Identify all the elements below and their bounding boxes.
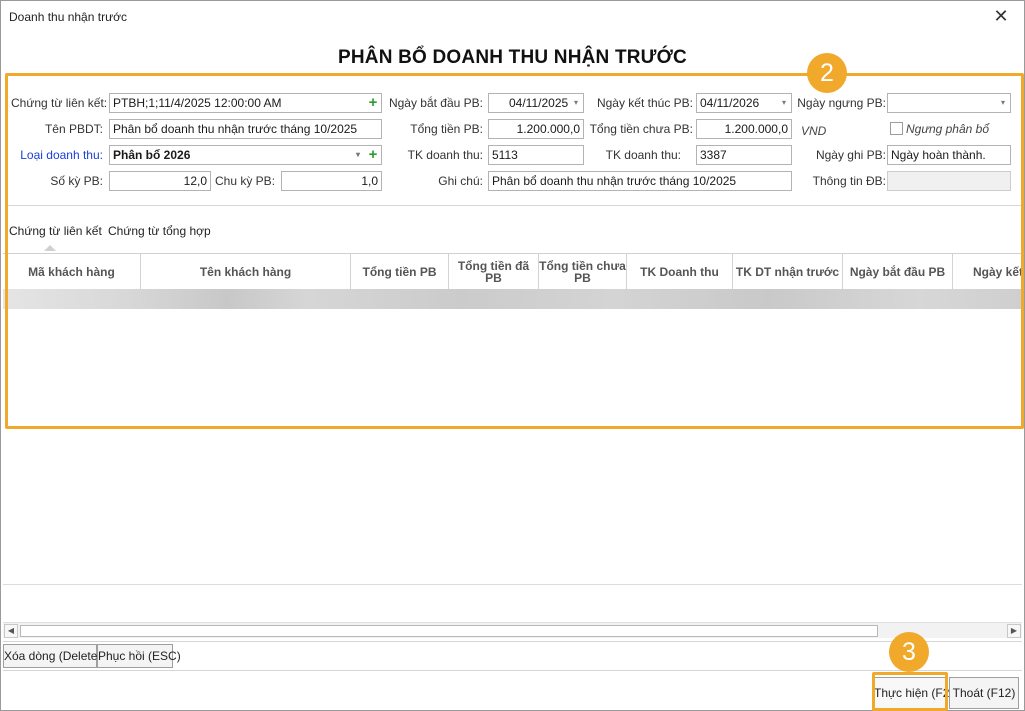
dialog-window: Doanh thu nhận trước ✕ PHÂN BỔ DOANH THU… xyxy=(0,0,1025,711)
grid-bottom-border xyxy=(3,641,1022,642)
delete-row-button[interactable]: Xóa dòng (Delete) xyxy=(3,644,101,668)
annotation-highlight-form xyxy=(5,73,1024,429)
annotation-highlight-execute xyxy=(872,672,948,711)
scroll-left-icon[interactable]: ◀ xyxy=(4,624,18,638)
exit-button[interactable]: Thoát (F12) xyxy=(949,677,1019,709)
horizontal-scrollbar[interactable]: ◀ ▶ xyxy=(3,622,1022,638)
restore-button[interactable]: Phục hồi (ESC) xyxy=(97,644,181,668)
page-title: PHÂN BỔ DOANH THU NHẬN TRƯỚC xyxy=(338,47,687,68)
scroll-right-icon[interactable]: ▶ xyxy=(1007,624,1021,638)
scrollbar-thumb[interactable] xyxy=(20,625,878,637)
window-title: Doanh thu nhận trước xyxy=(9,10,127,24)
grid-footer-line xyxy=(3,584,1022,585)
annotation-badge-3: 3 xyxy=(889,632,929,672)
footer-divider xyxy=(3,670,1022,671)
title-bar: Doanh thu nhận trước ✕ xyxy=(1,1,1024,31)
annotation-badge-2: 2 xyxy=(807,53,847,93)
close-icon[interactable]: ✕ xyxy=(990,5,1012,27)
